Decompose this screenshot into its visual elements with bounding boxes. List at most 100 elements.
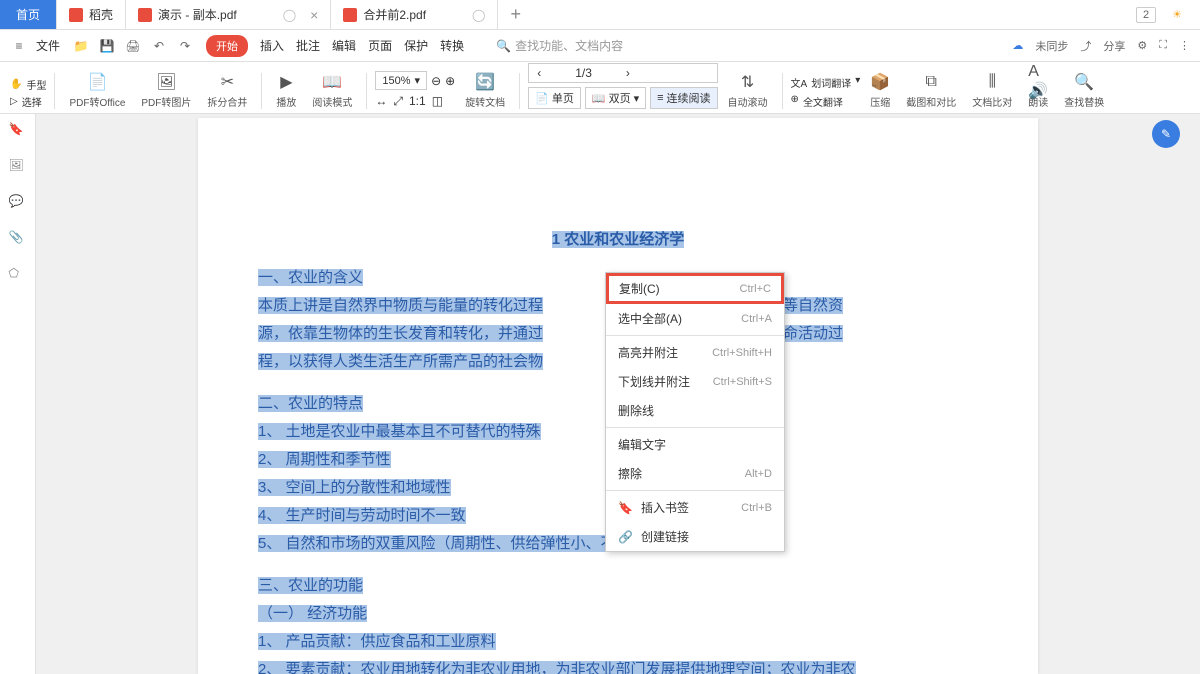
bookmark-panel-icon[interactable]: 🔖 [9,122,27,140]
text-line: 一、农业的含义 [258,269,363,286]
page-navigator[interactable]: ‹ 1/3 › [528,63,717,83]
zoom-out-icon[interactable]: ⊖ [431,74,441,88]
zoom-level[interactable]: 150%▾ [375,71,427,90]
ctx-remove[interactable]: 擦除 Alt+D [606,459,784,488]
context-menu: 复制(C) Ctrl+C 选中全部(A) Ctrl+A 高亮并附注 Ctrl+S… [605,272,785,552]
pdf-to-image[interactable]: 🖼PDF转图片 [135,72,197,109]
badge-1[interactable]: 2 [1136,7,1156,23]
unsync-label[interactable]: 未同步 [1035,38,1068,54]
share-icon[interactable]: ⤴ [1080,38,1091,54]
ctx-create-link[interactable]: 🔗创建链接 [606,522,784,551]
close-icon[interactable]: × [310,7,318,23]
redo-icon[interactable]: ↷ [176,37,194,55]
rotate-doc[interactable]: 🔄旋转文档 [459,72,511,109]
double-page-button[interactable]: 📖双页▾ [585,87,646,109]
share-label[interactable]: 分享 [1103,38,1125,54]
badge-2[interactable]: ☀ [1166,7,1188,22]
ctx-copy[interactable]: 复制(C) Ctrl+C [606,273,784,304]
text-line: 1、 产品贡献：供应食品和工业原料 [258,633,496,650]
full-translate[interactable]: ⊕ 全文翻译 [791,94,861,109]
ctx-highlight[interactable]: 高亮并附注 Ctrl+Shift+H [606,338,784,367]
select-tool[interactable]: ▷选择 [10,94,46,109]
image-panel-icon[interactable]: 🖼 [9,158,27,176]
settings-icon[interactable]: ⚙ [1137,39,1147,52]
fit-icon[interactable]: ◫ [432,94,443,109]
auto-scroll[interactable]: ⇅自动滚动 [722,72,774,109]
expand-icon[interactable]: ⛶ [1159,39,1167,52]
tab-icon [343,8,357,22]
next-page-icon[interactable]: › [626,66,630,80]
search-box[interactable]: 🔍 查找功能、文档内容 [496,37,623,54]
menu-insert[interactable]: 插入 [260,37,284,54]
ctx-select-all[interactable]: 选中全部(A) Ctrl+A [606,304,784,333]
screenshot-compare[interactable]: ⧉截图和对比 [900,72,962,109]
menu-page[interactable]: 页面 [368,37,392,54]
fit-width-icon[interactable]: ↔ [375,94,387,109]
search-icon: 🔍 [496,39,511,53]
menu-icon[interactable]: ≡ [10,37,28,55]
text-line: 2、 周期性和季节性 [258,451,391,468]
text-line: 源，依靠生物体的生长发育和转化，并通过 [258,325,543,342]
link-icon: 🔗 [618,530,633,544]
comment-panel-icon[interactable]: 💬 [9,194,27,212]
doc-compare[interactable]: ⫼文档比对 [966,72,1018,109]
undo-icon[interactable]: ↶ [150,37,168,55]
ctx-edit-text[interactable]: 编辑文字 [606,430,784,459]
split-merge[interactable]: ✂拆分合并 [201,72,253,109]
page-indicator: 1/3 [545,66,622,80]
tab-home[interactable]: 首页 [0,0,57,29]
print-icon[interactable]: 🖨 [124,37,142,55]
fit-page-icon[interactable]: ⤢ [393,94,403,109]
tab-item-0[interactable]: 稻壳 [57,0,126,29]
tab-label: 合并前2.pdf [363,6,426,23]
continuous-button[interactable]: ≡连续阅读 [650,87,717,109]
tab-icon [69,8,83,22]
attachment-panel-icon[interactable]: 📎 [9,230,27,248]
ctx-bookmark[interactable]: 🔖插入书签 Ctrl+B [606,493,784,522]
menu-comment[interactable]: 批注 [296,37,320,54]
text-line: 本质上讲是自然界中物质与能量的转化过程 [258,297,543,314]
play-button[interactable]: ▶播放 [270,72,302,109]
tab-modified-icon: ◯ [472,8,485,22]
text-line: 程，以获得人类生活生产所需产品的社会物 [258,353,543,370]
zoom-in-icon[interactable]: ⊕ [445,74,455,88]
single-page-button[interactable]: 📄单页 [528,87,581,109]
start-menu[interactable]: 开始 [206,35,248,57]
open-icon[interactable]: 📁 [72,37,90,55]
bookmark-icon: 🔖 [618,501,633,515]
read-aloud[interactable]: A🔊朗读 [1022,72,1054,109]
ctx-underline[interactable]: 下划线并附注 Ctrl+Shift+S [606,367,784,396]
search-placeholder: 查找功能、文档内容 [515,37,623,54]
add-tab-button[interactable]: + [498,4,533,25]
hand-tool[interactable]: ✋手型 [10,77,46,92]
save-icon[interactable]: 💾 [98,37,116,55]
text-line: 二、农业的特点 [258,395,363,412]
pdf-to-office[interactable]: 📄PDF转Office [63,72,131,109]
tab-item-1[interactable]: 演示 - 副本.pdf ◯ × [126,0,331,29]
text-line: 3、 空间上的分散性和地域性 [258,479,451,496]
compress-button[interactable]: 📦压缩 [864,72,896,109]
tab-label: 演示 - 副本.pdf [158,6,237,23]
menu-convert[interactable]: 转换 [440,37,464,54]
tab-item-2[interactable]: 合并前2.pdf ◯ [331,0,498,29]
text-line: 1、 土地是农业中最基本且不可替代的特殊 [258,423,541,440]
tab-label: 稻壳 [89,6,113,23]
find-replace[interactable]: 🔍查找替换 [1058,72,1110,109]
menu-edit[interactable]: 编辑 [332,37,356,54]
outline-panel-icon[interactable]: ⬠ [9,266,27,284]
text-line: （一） 经济功能 [258,605,367,622]
word-translate[interactable]: 文A 划词翻译▾ [791,75,861,90]
tab-modified-icon: ◯ [283,8,296,22]
more-icon[interactable]: ⋮ [1179,39,1190,52]
menu-protect[interactable]: 保护 [404,37,428,54]
actual-size-icon[interactable]: 1:1 [409,94,426,109]
prev-page-icon[interactable]: ‹ [537,66,541,80]
ctx-strikethrough[interactable]: 删除线 [606,396,784,425]
sync-icon[interactable]: ☁ [1012,39,1023,52]
file-menu[interactable]: 文件 [36,37,60,54]
text-line: 4、 生产时间与劳动时间不一致 [258,507,466,524]
page-title: 1 农业和农业经济学 [258,228,978,252]
text-line: 2、 要素贡献：农业用地转化为非农业用地，为非农业部门发展提供地理空间；农业为非… [258,661,856,674]
float-action-button[interactable]: ✎ [1152,120,1180,148]
read-mode[interactable]: 📖阅读模式 [306,72,358,109]
